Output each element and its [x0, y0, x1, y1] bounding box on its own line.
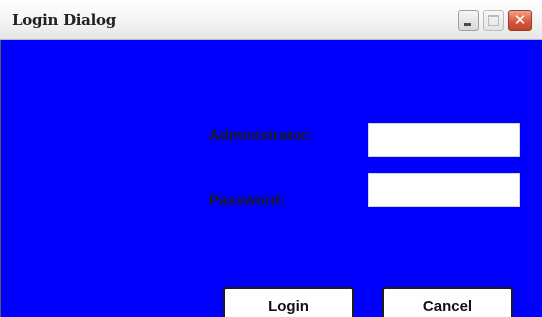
cancel-button[interactable]: Cancel	[382, 287, 513, 317]
close-button[interactable]: ✕	[508, 10, 532, 31]
administrator-input[interactable]	[368, 123, 520, 157]
login-button[interactable]: Login	[223, 287, 354, 317]
dialog-body: Administrator: Password: Login Cancel	[0, 40, 542, 317]
administrator-label: Administrator:	[209, 127, 313, 144]
close-icon: ✕	[513, 11, 527, 29]
password-label: Password:	[209, 192, 285, 209]
minimize-button[interactable]	[458, 10, 479, 31]
minimize-icon	[464, 23, 471, 26]
login-dialog-window: Login Dialog ✕ Administrator: Password: …	[0, 0, 542, 317]
window-title: Login Dialog	[12, 11, 116, 29]
maximize-button[interactable]	[483, 10, 504, 31]
title-bar[interactable]: Login Dialog ✕	[0, 0, 542, 40]
password-input[interactable]	[368, 173, 520, 207]
maximize-icon	[488, 15, 499, 26]
